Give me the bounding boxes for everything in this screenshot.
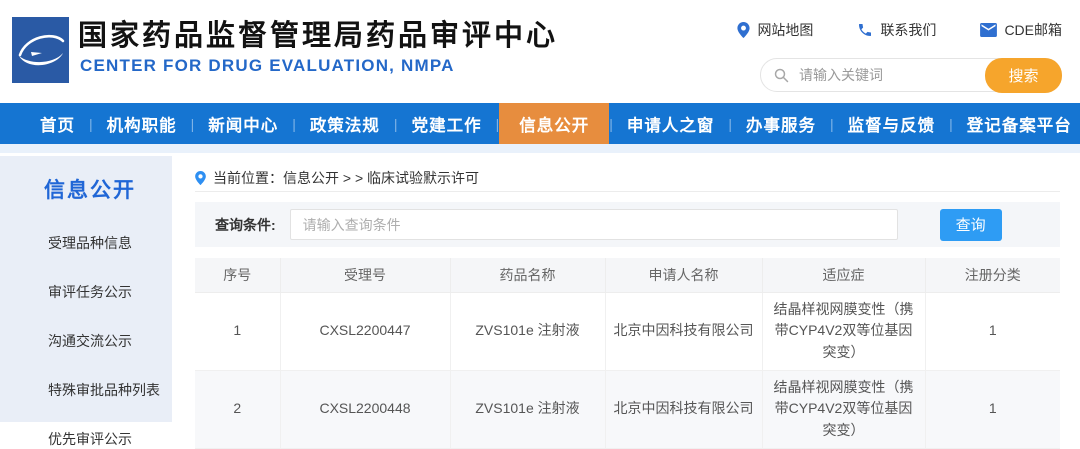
sidebar-items: 受理品种信息审评任务公示沟通交流公示特殊审批品种列表优先审评公示 (0, 233, 172, 449)
cde-page: 国家药品监督管理局药品审评中心 CENTER FOR DRUG EVALUATI… (0, 0, 1080, 435)
table-row: 2CXSL2200448ZVS101e 注射液北京中因科技有限公司结晶样视网膜变… (195, 370, 1060, 448)
column-header: 适应症 (762, 258, 925, 292)
table-cell: 结晶样视网膜变性（携带CYP4V2双等位基因突变） (762, 370, 925, 448)
site-search-bar: 搜索 (760, 58, 1062, 92)
sidebar-item-1[interactable]: 受理品种信息 (48, 233, 172, 253)
nav-item-10[interactable]: 登记备案平台 (953, 103, 1080, 144)
column-header: 序号 (195, 258, 280, 292)
nav-item-5[interactable]: 党建工作 (398, 103, 496, 144)
swan-logo-icon (17, 30, 65, 70)
nav-item-7[interactable]: 申请人之窗 (613, 103, 729, 144)
table-cell: 1 (195, 292, 280, 370)
nav-item-9[interactable]: 监督与反馈 (834, 103, 950, 144)
breadcrumb-pin-icon (195, 171, 206, 185)
top-utility-links: 网站地图 联系我们 CDE邮箱 (737, 20, 1062, 40)
contact-link[interactable]: 联系我们 (857, 20, 936, 40)
table-cell: 北京中因科技有限公司 (605, 370, 762, 448)
nav-item-1[interactable]: 首页 (26, 103, 89, 144)
query-button[interactable]: 查询 (940, 209, 1002, 241)
contact-label: 联系我们 (880, 20, 936, 40)
main-nav: 首页|机构职能|新闻中心|政策法规|党建工作|信息公开|申请人之窗|办事服务|监… (0, 103, 1080, 144)
column-header: 注册分类 (925, 258, 1060, 292)
envelope-icon (980, 23, 997, 37)
results-table: 序号受理号药品名称申请人名称适应症注册分类 1CXSL2200447ZVS101… (195, 258, 1060, 449)
sidebar-item-3[interactable]: 沟通交流公示 (48, 331, 172, 351)
sidebar-item-4[interactable]: 特殊审批品种列表 (48, 380, 172, 400)
table-cell: 北京中因科技有限公司 (605, 292, 762, 370)
table-cell: CXSL2200447 (280, 292, 450, 370)
nav-item-2[interactable]: 机构职能 (93, 103, 191, 144)
site-title: 国家药品监督管理局药品审评中心 (78, 12, 558, 54)
nav-bottom-strip (0, 144, 1080, 153)
table-row: 1CXSL2200447ZVS101e 注射液北京中因科技有限公司结晶样视网膜变… (195, 292, 1060, 370)
table-cell: 1 (925, 292, 1060, 370)
search-icon (774, 68, 789, 83)
query-label: 查询条件: (215, 215, 276, 235)
nav-item-6[interactable]: 信息公开 (499, 103, 609, 144)
column-header: 申请人名称 (605, 258, 762, 292)
site-subtitle: CENTER FOR DRUG EVALUATION, NMPA (80, 56, 455, 76)
sitemap-link[interactable]: 网站地图 (737, 20, 813, 40)
column-header: 受理号 (280, 258, 450, 292)
site-search-button[interactable]: 搜索 (985, 58, 1062, 93)
table-cell: 1 (925, 370, 1060, 448)
table-cell: 2 (195, 370, 280, 448)
sidebar-item-2[interactable]: 审评任务公示 (48, 282, 172, 302)
cde-logo (12, 17, 69, 83)
nav-item-4[interactable]: 政策法规 (296, 103, 394, 144)
sidebar-title: 信息公开 (44, 174, 172, 204)
breadcrumb-text: 当前位置：信息公开 > > 临床试验默示许可 (213, 168, 479, 188)
phone-icon (857, 22, 873, 38)
breadcrumb: 当前位置：信息公开 > > 临床试验默示许可 (195, 164, 1060, 192)
sidebar: 信息公开 受理品种信息审评任务公示沟通交流公示特殊审批品种列表优先审评公示 (0, 156, 172, 422)
query-bar: 查询条件: 查询 (195, 202, 1060, 247)
site-header: 国家药品监督管理局药品审评中心 CENTER FOR DRUG EVALUATI… (0, 0, 1080, 103)
table-cell: ZVS101e 注射液 (450, 370, 605, 448)
sidebar-item-5[interactable]: 优先审评公示 (48, 429, 172, 449)
table-cell: 结晶样视网膜变性（携带CYP4V2双等位基因突变） (762, 292, 925, 370)
query-input[interactable] (290, 209, 898, 240)
mailbox-label: CDE邮箱 (1004, 20, 1062, 40)
column-header: 药品名称 (450, 258, 605, 292)
mailbox-link[interactable]: CDE邮箱 (980, 20, 1062, 40)
results-header-row: 序号受理号药品名称申请人名称适应症注册分类 (195, 258, 1060, 292)
sitemap-label: 网站地图 (757, 20, 813, 40)
table-cell: ZVS101e 注射液 (450, 292, 605, 370)
nav-item-3[interactable]: 新闻中心 (194, 103, 292, 144)
table-cell: CXSL2200448 (280, 370, 450, 448)
nav-item-8[interactable]: 办事服务 (732, 103, 830, 144)
location-pin-icon (737, 22, 750, 38)
